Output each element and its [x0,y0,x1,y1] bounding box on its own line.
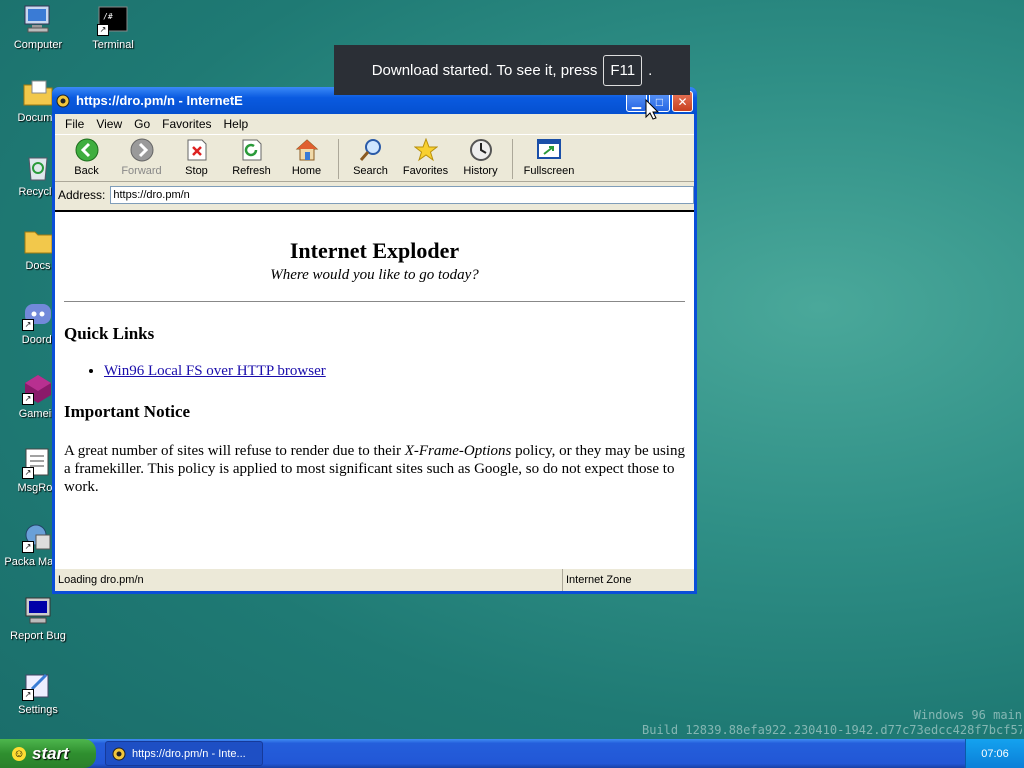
refresh-icon [239,137,265,163]
favorites-label: Favorites [402,165,449,177]
menu-go[interactable]: Go [128,117,156,131]
page-tagline: Where would you like to go today? [270,267,479,283]
search-label: Search [353,165,388,177]
stop-label: Stop [185,165,208,177]
search-icon [358,137,384,163]
watermark-line2: Build 12839.88efa922.230410-1942.d77c73e… [642,723,1022,737]
discord-icon: ↗ [22,299,54,331]
history-icon [468,137,494,163]
report-bug-icon [22,595,54,627]
history-button[interactable]: History [453,137,508,177]
folder-icon [22,225,54,257]
home-label: Home [291,165,322,177]
refresh-label: Refresh [232,165,271,177]
fullscreen-label: Fullscreen [523,165,575,177]
forward-label: Forward [121,165,162,177]
browser-window: https://dro.pm/n - InternetE ▁ □ ✕ File … [52,87,697,594]
toolbar: Back Forward Stop Refresh Home Search Fa… [55,134,694,182]
search-button[interactable]: Search [343,137,398,177]
package-icon: ↗ [22,521,54,553]
favorites-star-icon [413,137,439,163]
zone-text: Internet Zone [566,574,632,586]
fullscreen-icon [536,137,562,163]
divider [64,301,685,302]
toolbar-separator [512,139,513,179]
desktop-icon-label: Computer [13,39,63,51]
minimize-icon: ▁ [631,94,642,109]
notice-heading: Important Notice [64,402,191,421]
quick-links-list: Win96 Local FS over HTTP browser [64,363,685,380]
close-icon: ✕ [677,94,688,109]
terminal-icon: /# ↗ [97,4,129,36]
toast-suffix: . [648,61,653,79]
desktop-icon-computer[interactable]: Computer [0,4,76,51]
taskbar-item-browser[interactable]: https://dro.pm/n - Inte... [105,741,263,766]
computer-icon [22,4,54,36]
notice-text-em: X-Frame-Options [404,443,512,459]
clock: 07:06 [981,747,1009,760]
forward-button[interactable]: Forward [114,137,169,177]
settings-icon: ↗ [22,669,54,701]
home-icon [294,137,320,163]
svg-text:/#: /# [103,12,113,21]
address-label: Address: [58,188,106,202]
menu-help[interactable]: Help [218,117,255,131]
menubar: File View Go Favorites Help [55,114,694,134]
desktop-icon-label: Terminal [92,39,134,51]
quick-links-heading: Quick Links [64,324,155,343]
msgroom-icon: ↗ [22,447,54,479]
menu-favorites[interactable]: Favorites [156,117,217,131]
system-tray[interactable]: 07:06 [965,739,1024,768]
browser-icon [56,94,70,107]
status-bar: Loading dro.pm/n Internet Zone [55,568,694,591]
watermark-line1: Windows 96 main [913,708,1022,722]
stop-icon [184,137,210,163]
desktop-icon-label: Settings [18,704,58,716]
start-button[interactable]: ☺ start [0,739,96,768]
desktop-icon-settings[interactable]: ↗ Settings [0,669,76,716]
history-label: History [463,165,498,177]
documents-folder-icon [22,77,54,109]
status-text: Loading dro.pm/n [58,574,144,586]
menu-file[interactable]: File [59,117,90,131]
back-label: Back [74,165,99,177]
taskbar: ☺ start https://dro.pm/n - Inte... 07:06 [0,739,1024,768]
desktop-icon-label: Report Bug [10,630,66,642]
list-item: Win96 Local FS over HTTP browser [104,363,685,380]
page-heading: Internet Exploder [289,238,460,263]
notice-text-pre: A great number of sites will refuse to r… [64,443,405,459]
download-toast: Download started. To see it, press F11 . [334,45,690,95]
toolbar-separator [338,139,339,179]
fullscreen-button[interactable]: Fullscreen [517,137,581,177]
address-input[interactable] [110,186,694,204]
browser-icon [112,747,126,760]
taskbar-item-label: https://dro.pm/n - Inte... [132,747,246,760]
favorites-button[interactable]: Favorites [398,137,453,177]
fs-browser-link[interactable]: Win96 Local FS over HTTP browser [104,363,326,379]
start-label: start [32,743,69,763]
desktop-icon-report-bug[interactable]: Report Bug [0,595,76,642]
toast-text: Download started. To see it, press [371,61,598,79]
page-content: Internet Exploder Where would you like t… [55,210,694,569]
game-icon: ↗ [22,373,54,405]
toast-key: F11 [603,54,643,86]
home-button[interactable]: Home [279,137,334,177]
back-button[interactable]: Back [59,137,114,177]
stop-button[interactable]: Stop [169,137,224,177]
build-watermark: Windows 96 main Build 12839.88efa922.230… [642,708,1022,738]
smiley-logo-icon: ☺ [12,746,26,761]
menu-view[interactable]: View [90,117,128,131]
back-arrow-icon [74,137,100,163]
desktop-icon-terminal[interactable]: /# ↗ Terminal [75,4,151,51]
notice-text: A great number of sites will refuse to r… [64,442,685,496]
mouse-cursor-icon [645,99,659,120]
address-bar: Address: [55,182,694,208]
refresh-button[interactable]: Refresh [224,137,279,177]
forward-arrow-icon [129,137,155,163]
window-title: https://dro.pm/n - InternetE [76,93,243,108]
recycle-bin-icon [22,151,54,183]
